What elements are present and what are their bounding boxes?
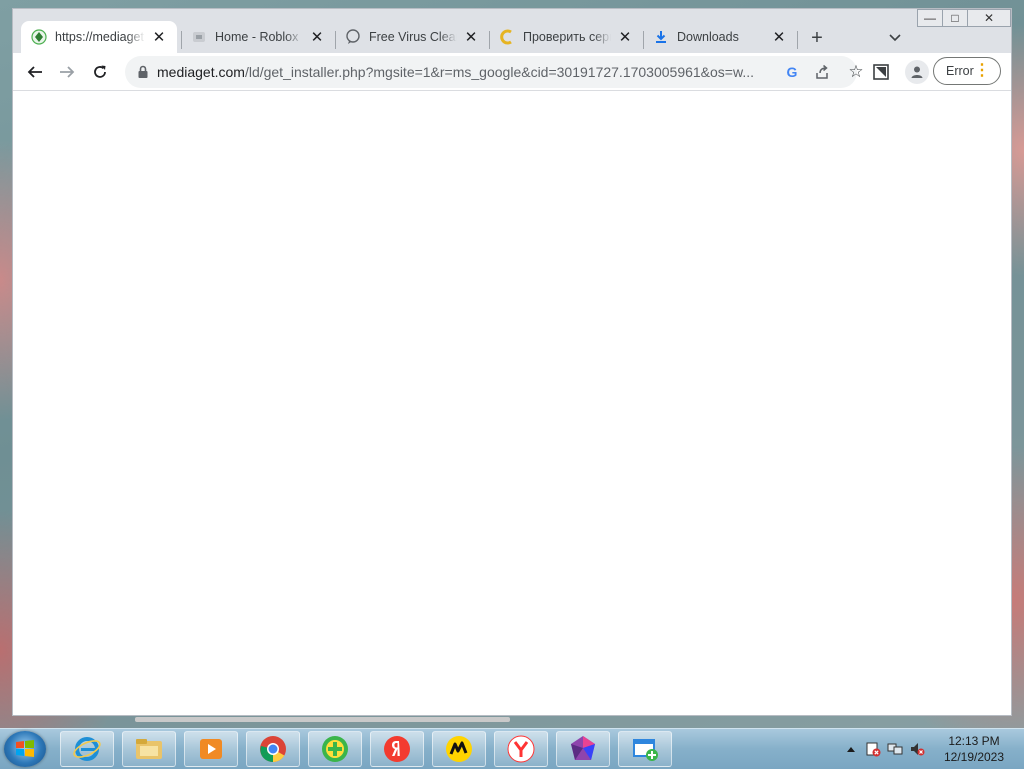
internet-explorer-icon xyxy=(73,737,101,761)
tab-check-service[interactable]: Проверить сервис ✕ xyxy=(489,21,643,53)
lock-icon[interactable] xyxy=(135,64,151,80)
crystal-icon xyxy=(571,736,595,760)
extension-icon xyxy=(873,64,889,80)
error-button[interactable]: Error ⋮ xyxy=(933,57,1001,85)
scheduler-icon xyxy=(633,739,658,761)
tab-close-icon[interactable]: ✕ xyxy=(617,29,633,46)
tab-title: Home - Roblox xyxy=(215,30,299,44)
browser-window: — □ ✕ https://mediaget.com/ld/get_instal… xyxy=(12,8,1012,716)
clock-date: 12/19/2023 xyxy=(943,750,1005,764)
tab-close-icon[interactable]: ✕ xyxy=(463,29,479,46)
windows-logo-icon xyxy=(16,740,34,757)
back-button[interactable] xyxy=(23,60,47,84)
download-icon xyxy=(653,29,669,45)
mediaget-icon xyxy=(31,29,47,45)
url-text[interactable]: mediaget.com/ld/get_installer.php?mgsite… xyxy=(157,64,754,80)
share-icon[interactable] xyxy=(811,61,833,83)
url-path: /ld/get_installer.php?mgsite=1&r=ms_goog… xyxy=(244,64,754,80)
tab-mediaget[interactable]: https://mediaget.com/ld/get_installer.ph… xyxy=(21,21,177,53)
comment-icon xyxy=(345,29,361,45)
tab-title: Downloads xyxy=(677,30,739,44)
taskbar-yandex-market[interactable] xyxy=(432,731,486,767)
tab-divider xyxy=(797,31,798,49)
tab-search-button[interactable] xyxy=(885,27,905,49)
yandex-icon xyxy=(384,736,410,762)
tab-virus-cleaner[interactable]: Free Virus Cleaner ✕ xyxy=(335,21,489,53)
url-host: mediaget.com xyxy=(157,64,245,80)
volume-muted-icon[interactable] xyxy=(906,741,928,757)
tab-downloads[interactable]: Downloads ✕ xyxy=(643,21,797,53)
tab-close-icon[interactable]: ✕ xyxy=(771,29,787,46)
avatar-icon xyxy=(911,66,923,78)
media-player-icon xyxy=(200,739,222,759)
taskbar-explorer[interactable] xyxy=(122,731,176,767)
taskbar: 12:13 PM 12/19/2023 xyxy=(0,728,1024,769)
yandex-browser-icon xyxy=(507,735,535,763)
reload-icon xyxy=(94,65,106,78)
tab-title: Free Virus Cleaner xyxy=(369,30,457,44)
mediaget-app-icon xyxy=(322,736,348,762)
google-translate-icon[interactable]: G xyxy=(781,61,803,83)
taskbar-scheduler[interactable] xyxy=(618,731,672,767)
system-tray xyxy=(844,729,928,769)
file-explorer-icon xyxy=(136,739,162,759)
taskbar-clock[interactable]: 12:13 PM 12/19/2023 xyxy=(934,733,1014,765)
forward-button[interactable] xyxy=(55,60,79,84)
tab-title: https://mediaget.com/ld/get_installer.ph… xyxy=(55,30,145,44)
clock-time: 12:13 PM xyxy=(948,734,1000,748)
tab-title: Проверить сервис xyxy=(523,30,611,44)
start-button[interactable] xyxy=(4,731,46,767)
action-center-warning-icon[interactable] xyxy=(862,741,884,757)
taskbar-chrome[interactable] xyxy=(246,731,300,767)
taskbar-media-player[interactable] xyxy=(184,731,238,767)
yandex-market-icon xyxy=(446,736,472,762)
address-bar[interactable]: mediaget.com/ld/get_installer.php?mgsite… xyxy=(125,56,864,88)
yellow-c-icon xyxy=(499,29,515,45)
bookmark-star-icon[interactable]: ☆ xyxy=(845,61,867,83)
taskbar-yandex-browser[interactable] xyxy=(494,731,548,767)
network-icon[interactable] xyxy=(884,741,906,757)
tab-strip: https://mediaget.com/ld/get_installer.ph… xyxy=(13,19,1011,53)
forward-arrow-icon xyxy=(60,66,75,78)
tab-close-icon[interactable]: ✕ xyxy=(151,29,167,46)
tab-close-icon[interactable]: ✕ xyxy=(309,29,325,46)
reload-button[interactable] xyxy=(88,60,112,84)
page-content xyxy=(13,91,1011,715)
error-label: Error xyxy=(946,64,974,78)
back-arrow-icon xyxy=(27,66,42,78)
kebab-menu-icon[interactable]: ⋮ xyxy=(974,63,990,79)
taskbar-mediaget[interactable] xyxy=(308,731,362,767)
tab-roblox[interactable]: Home - Roblox ✕ xyxy=(181,21,335,53)
roblox-icon xyxy=(191,29,207,45)
browser-toolbar: mediaget.com/ld/get_installer.php?mgsite… xyxy=(13,53,1011,91)
horizontal-scrollbar[interactable] xyxy=(135,717,510,722)
taskbar-yandex[interactable] xyxy=(370,731,424,767)
profile-button[interactable] xyxy=(905,60,929,84)
chrome-icon xyxy=(260,736,286,763)
show-hidden-icons-icon[interactable] xyxy=(844,745,858,753)
taskbar-crystal-app[interactable] xyxy=(556,731,610,767)
taskbar-ie[interactable] xyxy=(60,731,114,767)
new-tab-button[interactable]: + xyxy=(806,27,828,49)
extension-button[interactable] xyxy=(869,60,893,84)
